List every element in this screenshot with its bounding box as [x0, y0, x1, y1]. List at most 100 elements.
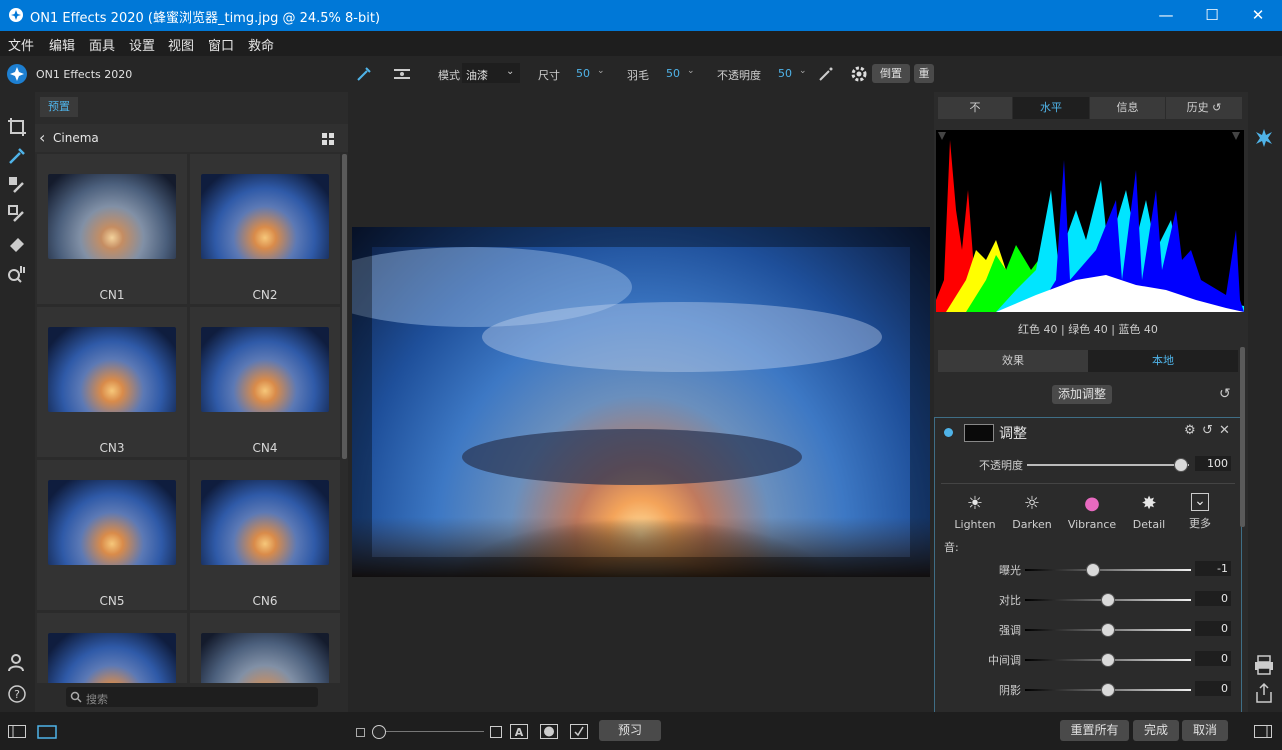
slider-knob[interactable] — [1101, 623, 1115, 637]
invert-button[interactable]: 倒置 — [872, 64, 910, 83]
size-chevron-icon[interactable]: ⌄ — [597, 66, 605, 76]
opacity-chevron-icon[interactable]: ⌄ — [799, 66, 807, 76]
user-account-icon[interactable] — [6, 652, 28, 674]
preset-name: CN4 — [252, 441, 278, 455]
menu-help[interactable]: 救命 — [248, 35, 274, 54]
toggle-right-panel-icon[interactable] — [1254, 725, 1272, 738]
preset-thumbnail[interactable]: CN5 — [37, 460, 187, 610]
brush-tool-icon[interactable] — [355, 65, 373, 83]
slider-track[interactable] — [1025, 569, 1191, 571]
menu-edit[interactable]: 编辑 — [49, 35, 75, 54]
preset-preview-image — [201, 327, 329, 412]
tab-presets[interactable]: 预置 — [40, 97, 78, 117]
category-title[interactable]: Cinema — [53, 131, 99, 145]
opacity-slider-knob[interactable] — [1173, 458, 1188, 472]
preset-thumbnail[interactable]: CN1 — [37, 154, 187, 304]
preset-detail[interactable]: ✸ Detail — [1124, 493, 1174, 531]
tab-none[interactable]: 不 — [938, 97, 1012, 119]
text-overlay-icon[interactable]: A — [510, 724, 528, 739]
tab-effects[interactable]: 效果 — [938, 350, 1088, 372]
menu-file[interactable]: 文件 — [8, 35, 34, 54]
preset-name: CN3 — [99, 441, 125, 455]
show-mask-icon[interactable] — [393, 65, 411, 83]
feather-value[interactable]: 50 — [666, 67, 680, 80]
preset-thumbnail[interactable] — [190, 613, 340, 683]
maximize-button[interactable]: ☐ — [1189, 0, 1235, 31]
menu-window[interactable]: 窗口 — [208, 35, 234, 54]
menu-view[interactable]: 视图 — [168, 35, 194, 54]
minimize-button[interactable]: — — [1143, 0, 1189, 31]
tab-local[interactable]: 本地 — [1088, 350, 1238, 372]
preset-thumbnail[interactable]: CN2 — [190, 154, 340, 304]
cancel-button[interactable]: 取消 — [1182, 720, 1228, 741]
effects-module-icon[interactable] — [1253, 127, 1275, 149]
done-button[interactable]: 完成 — [1133, 720, 1179, 741]
preset-lighten[interactable]: ☀ Lighten — [950, 493, 1000, 531]
close-button[interactable]: ✕ — [1235, 0, 1281, 31]
mask-thumbnail[interactable] — [964, 424, 994, 442]
slider-value-field[interactable]: 0 — [1195, 591, 1231, 606]
tab-history[interactable]: 历史 ↺ — [1166, 97, 1242, 119]
tab-info[interactable]: 信息 — [1090, 97, 1165, 119]
brush-tool-icon[interactable] — [6, 145, 28, 167]
panel-scrollbar[interactable] — [342, 154, 347, 459]
slider-knob[interactable] — [1101, 593, 1115, 607]
zoom-slider-knob[interactable] — [372, 725, 386, 739]
gear-icon[interactable] — [850, 65, 868, 83]
close-icon[interactable]: ✕ — [1219, 423, 1230, 438]
preview-button[interactable]: 预习 — [599, 720, 661, 741]
mask-overlay-icon[interactable] — [540, 724, 558, 739]
preset-more[interactable]: ⌄ 更多 — [1175, 493, 1225, 531]
slider-knob[interactable] — [1086, 563, 1101, 577]
size-value[interactable]: 50 — [576, 67, 590, 80]
opacity-value-field[interactable]: 100 — [1195, 456, 1231, 471]
zoom-slider-track[interactable] — [372, 731, 484, 732]
slider-knob[interactable] — [1101, 683, 1115, 697]
grid-view-icon[interactable] — [322, 133, 334, 145]
reset-all-button[interactable]: 重置所有 — [1060, 720, 1129, 741]
opacity-label: 不透明度 — [717, 69, 761, 82]
slider-value-field[interactable]: 0 — [1195, 681, 1231, 696]
preset-thumbnail[interactable]: CN3 — [37, 307, 187, 457]
divider — [941, 483, 1235, 484]
redraw-button[interactable]: 重 — [914, 64, 934, 83]
compare-icon[interactable] — [570, 724, 588, 739]
slider-value-field[interactable]: -1 — [1195, 561, 1231, 576]
preset-thumbnail[interactable]: CN4 — [190, 307, 340, 457]
toggle-left-panel-icon[interactable] — [8, 725, 26, 738]
menu-mask[interactable]: 面具 — [89, 35, 115, 54]
help-icon[interactable]: ? — [6, 683, 28, 705]
search-box[interactable]: 搜索 — [66, 687, 318, 707]
opacity-value[interactable]: 50 — [778, 67, 792, 80]
reset-icon[interactable]: ↺ — [1219, 386, 1231, 402]
refine-brush-icon[interactable] — [6, 203, 28, 225]
preset-darken[interactable]: ☼ Darken — [1007, 493, 1057, 531]
preset-vibrance[interactable]: ● Vibrance — [1067, 493, 1117, 531]
gear-icon[interactable]: ⚙ — [1184, 423, 1196, 438]
preset-thumbnail[interactable]: CN6 — [190, 460, 340, 610]
single-view-icon[interactable] — [37, 725, 57, 739]
add-adjustment-button[interactable]: 添加调整 — [1052, 385, 1112, 404]
back-chevron-icon[interactable]: ‹ — [39, 128, 45, 147]
reset-icon[interactable]: ↺ — [1202, 423, 1213, 438]
tab-histogram[interactable]: 水平 — [1013, 97, 1089, 119]
eraser-tool-icon[interactable] — [6, 232, 28, 254]
slider-value-field[interactable]: 0 — [1195, 651, 1231, 666]
slider-value-field[interactable]: 0 — [1195, 621, 1231, 636]
opacity-slider-track[interactable] — [1027, 464, 1189, 466]
mode-select[interactable]: 油漆 ⌄ — [462, 63, 520, 83]
chevron-down-icon: ⌄ — [506, 66, 515, 77]
preset-thumbnail[interactable] — [37, 613, 187, 683]
layer-toggle-dot[interactable] — [944, 428, 953, 437]
print-icon[interactable] — [1253, 654, 1275, 676]
feather-chevron-icon[interactable]: ⌄ — [687, 66, 695, 76]
crop-tool-icon[interactable] — [6, 116, 28, 138]
masking-brush-icon[interactable] — [6, 174, 28, 196]
menu-settings[interactable]: 设置 — [129, 35, 155, 54]
zoom-hand-icon[interactable] — [6, 262, 28, 284]
image-canvas[interactable] — [352, 227, 930, 577]
panel-scrollbar[interactable] — [1240, 347, 1245, 527]
slider-knob[interactable] — [1101, 653, 1115, 667]
share-export-icon[interactable] — [1253, 682, 1275, 704]
magic-brush-icon[interactable] — [817, 65, 835, 83]
